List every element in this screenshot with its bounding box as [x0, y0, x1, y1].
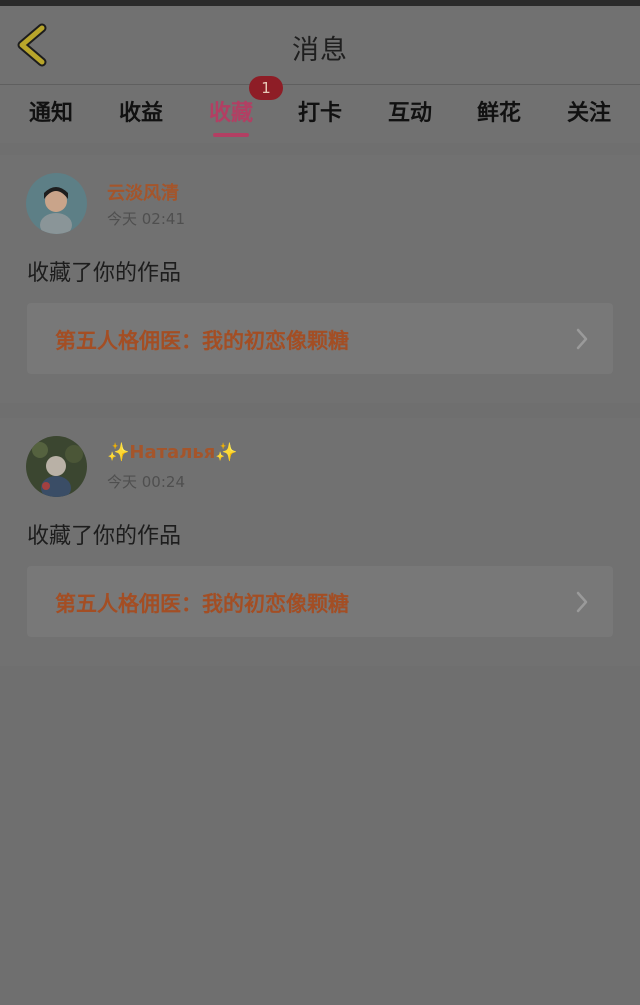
tab-flowers[interactable]: 鲜花: [459, 95, 539, 127]
user-avatar-icon: [26, 436, 87, 497]
action-text: 收藏了你的作品: [27, 524, 182, 549]
chevron-right-icon: [576, 591, 588, 613]
work-title: 第五人格佣医：我的初恋像颗糖: [55, 329, 349, 353]
work-title: 第五人格佣医：我的初恋像颗糖: [55, 592, 349, 616]
work-link[interactable]: 第五人格佣医：我的初恋像颗糖: [27, 303, 613, 374]
avatar[interactable]: [26, 173, 87, 234]
avatar[interactable]: [26, 436, 87, 497]
tab-bar: 通知 收益 收藏 1 打卡 互动 鲜花 关注: [0, 76, 640, 143]
tab-earnings[interactable]: 收益: [101, 95, 181, 127]
message-card: 云淡风清 今天 02:41 收藏了你的作品 第五人格佣医：我的初恋像颗糖: [0, 155, 640, 403]
chevron-right-icon: [576, 328, 588, 350]
page-title: 消息: [292, 35, 348, 66]
action-text: 收藏了你的作品: [27, 261, 182, 286]
tab-follows[interactable]: 关注: [549, 95, 629, 127]
username[interactable]: 云淡风清: [107, 179, 179, 205]
user-avatar-icon: [26, 173, 87, 234]
tab-favorites-label: 收藏: [208, 101, 253, 126]
timestamp: 今天 02:41: [107, 210, 185, 228]
app-header: 消息: [0, 6, 640, 85]
username[interactable]: ✨Наталья✨: [107, 442, 238, 463]
tab-notifications[interactable]: 通知: [11, 95, 91, 127]
timestamp: 今天 00:24: [107, 473, 185, 491]
work-link[interactable]: 第五人格佣医：我的初恋像颗糖: [27, 566, 613, 637]
tab-interactions[interactable]: 互动: [370, 95, 450, 127]
tab-checkin[interactable]: 打卡: [280, 95, 360, 127]
message-card: ✨Наталья✨ 今天 00:24 收藏了你的作品 第五人格佣医：我的初恋像颗…: [0, 418, 640, 666]
active-tab-indicator: [213, 133, 249, 137]
unread-badge: 1: [249, 76, 283, 100]
